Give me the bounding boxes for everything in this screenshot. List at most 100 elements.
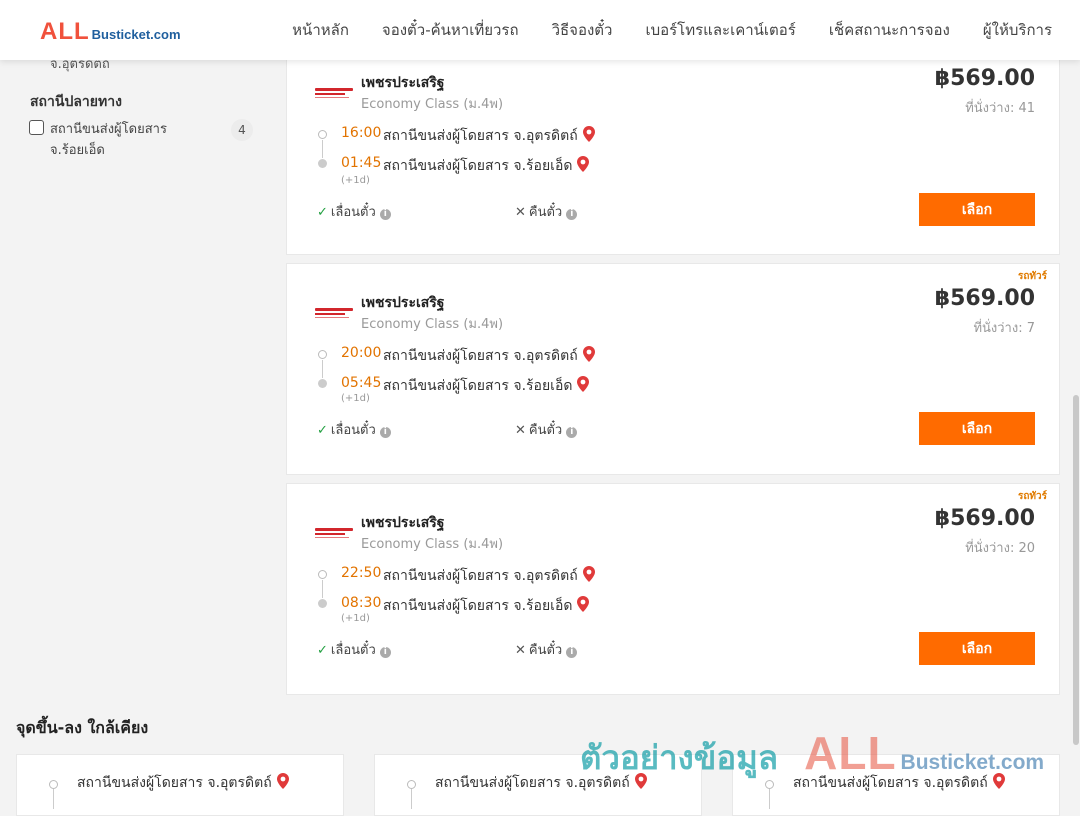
destination-filter-title: สถานีปลายทาง (30, 94, 122, 110)
route-line (769, 789, 770, 809)
map-pin-icon[interactable] (577, 156, 590, 172)
nearby-points-title: จุดขึ้น-ลง ใกล้เคียง (16, 718, 149, 737)
route-line (322, 360, 323, 378)
map-pin-icon[interactable] (276, 773, 289, 789)
cross-icon: ✕ (515, 205, 526, 220)
refund-label: คืนตั๋ว (528, 643, 563, 658)
operator-name: เพชรประเสริฐ (361, 75, 445, 91)
seats-available: ที่นั่งว่าง: 41 (965, 101, 1035, 116)
arrive-place-text: สถานีขนส่งผู้โดยสาร จ.ร้อยเอ็ด (383, 598, 573, 614)
operator-logo (315, 308, 353, 318)
nav-how-to-book[interactable]: วิธีจองตั๋ว (552, 18, 613, 42)
next-day-indicator: (+1d) (341, 393, 370, 404)
arrive-dot (318, 159, 327, 168)
point-dot (407, 780, 416, 789)
reschedule-feature: ✓ เลื่อนตั๋ว i (317, 419, 391, 440)
scrollbar-thumb[interactable] (1073, 395, 1079, 745)
info-icon[interactable]: i (566, 427, 578, 438)
select-trip-button[interactable]: เลือก (919, 193, 1035, 226)
nav-book-search[interactable]: จองตั๋ว-ค้นหาเที่ยวรถ (382, 18, 519, 42)
route-line (322, 580, 323, 598)
route-line (411, 789, 412, 809)
trip-card: เพชรประเสริฐ Economy Class (ม.4พ) ฿569.0… (286, 43, 1060, 255)
depart-place[interactable]: สถานีขนส่งผู้โดยสาร จ.อุตรดิตถ์ (383, 345, 595, 367)
depart-place[interactable]: สถานีขนส่งผู้โดยสาร จ.อุตรดิตถ์ (383, 565, 595, 587)
seats-available: ที่นั่งว่าง: 20 (965, 541, 1035, 556)
destination-label[interactable]: สถานีขนส่งผู้โดยสาร จ.ร้อยเอ็ด (50, 119, 200, 161)
depart-dot (318, 350, 327, 359)
depart-place[interactable]: สถานีขนส่งผู้โดยสาร จ.อุตรดิตถ์ (383, 125, 595, 147)
map-pin-icon[interactable] (577, 596, 590, 612)
watermark-all-text: ALL (804, 727, 897, 779)
cross-icon: ✕ (515, 643, 526, 658)
trip-card: รถทัวร์ เพชรประเสริฐ Economy Class (ม.4พ… (286, 483, 1060, 695)
trip-price: ฿569.00 (934, 506, 1035, 531)
reschedule-feature: ✓ เลื่อนตั๋ว i (317, 639, 391, 660)
select-trip-button[interactable]: เลือก (919, 632, 1035, 665)
info-icon[interactable]: i (379, 647, 391, 658)
cross-icon: ✕ (515, 423, 526, 438)
trip-price: ฿569.00 (934, 286, 1035, 311)
reschedule-label: เลื่อนตั๋ว (330, 423, 376, 438)
reschedule-feature: ✓ เลื่อนตั๋ว i (317, 201, 391, 222)
point-dot (49, 780, 58, 789)
map-pin-icon[interactable] (577, 376, 590, 392)
seat-class: Economy Class (ม.4พ) (361, 537, 504, 552)
nav-check-booking[interactable]: เช็คสถานะการจอง (829, 18, 950, 42)
map-pin-icon[interactable] (582, 346, 595, 362)
depart-place-text: สถานีขนส่งผู้โดยสาร จ.อุตรดิตถ์ (383, 348, 578, 364)
site-logo[interactable]: ALL Busticket.com (40, 18, 181, 46)
route-line (53, 789, 54, 809)
map-pin-icon[interactable] (582, 126, 595, 142)
destination-checkbox[interactable] (29, 120, 44, 135)
arrive-dot (318, 599, 327, 608)
info-icon[interactable]: i (379, 209, 391, 220)
check-icon: ✓ (317, 643, 328, 658)
info-icon[interactable]: i (566, 647, 578, 658)
depart-time: 20:00 (341, 345, 382, 361)
destination-count-badge: 4 (231, 119, 253, 141)
operator-name: เพชรประเสริฐ (361, 295, 445, 311)
refund-feature: ✕ คืนตั๋ว i (515, 419, 578, 440)
depart-time: 16:00 (341, 125, 382, 141)
route-line (322, 140, 323, 158)
depart-place-text: สถานีขนส่งผู้โดยสาร จ.อุตรดิตถ์ (383, 128, 578, 144)
trip-price: ฿569.00 (934, 66, 1035, 91)
watermark-site-text: Busticket.com (900, 751, 1045, 774)
operator-name: เพชรประเสริฐ (361, 515, 445, 531)
select-trip-button[interactable]: เลือก (919, 412, 1035, 445)
operator-logo (315, 88, 353, 98)
logo-site-text: Busticket.com (91, 27, 181, 42)
trip-card: รถทัวร์ เพชรประเสริฐ Economy Class (ม.4พ… (286, 263, 1060, 475)
nav-phone-counter[interactable]: เบอร์โทรและเคาน์เตอร์ (645, 18, 795, 42)
sample-watermark: ตัวอย่างข้อมูล ALL Busticket.com (580, 726, 1044, 784)
check-icon: ✓ (317, 205, 328, 220)
reschedule-label: เลื่อนตั๋ว (330, 205, 376, 220)
nav-operators[interactable]: ผู้ให้บริการ (983, 18, 1052, 42)
arrive-place[interactable]: สถานีขนส่งผู้โดยสาร จ.ร้อยเอ็ด (383, 595, 590, 617)
reschedule-label: เลื่อนตั๋ว (330, 643, 376, 658)
arrive-place[interactable]: สถานีขนส่งผู้โดยสาร จ.ร้อยเอ็ด (383, 375, 590, 397)
nav-home[interactable]: หน้าหลัก (292, 18, 349, 42)
map-pin-icon[interactable] (582, 566, 595, 582)
info-icon[interactable]: i (566, 209, 578, 220)
next-day-indicator: (+1d) (341, 613, 370, 624)
nearby-place-text: สถานีขนส่งผู้โดยสาร จ.อุตรดิตถ์ (77, 775, 272, 791)
nearby-point-card[interactable]: สถานีขนส่งผู้โดยสาร จ.อุตรดิตถ์ (16, 754, 344, 816)
info-icon[interactable]: i (379, 427, 391, 438)
seat-class: Economy Class (ม.4พ) (361, 97, 504, 112)
arrive-time: 01:45 (341, 155, 382, 171)
refund-feature: ✕ คืนตั๋ว i (515, 201, 578, 222)
seats-available: ที่นั่งว่าง: 7 (973, 321, 1035, 336)
arrive-place[interactable]: สถานีขนส่งผู้โดยสาร จ.ร้อยเอ็ด (383, 155, 590, 177)
page-scrollbar[interactable] (1072, 60, 1080, 800)
arrive-place-text: สถานีขนส่งผู้โดยสาร จ.ร้อยเอ็ด (383, 378, 573, 394)
logo-all-text: ALL (40, 18, 90, 45)
check-icon: ✓ (317, 423, 328, 438)
refund-label: คืนตั๋ว (528, 205, 563, 220)
arrive-time: 05:45 (341, 375, 382, 391)
refund-feature: ✕ คืนตั๋ว i (515, 639, 578, 660)
depart-place-text: สถานีขนส่งผู้โดยสาร จ.อุตรดิตถ์ (383, 568, 578, 584)
seat-class: Economy Class (ม.4พ) (361, 317, 504, 332)
bus-type-badge: รถทัวร์ (1017, 491, 1047, 502)
